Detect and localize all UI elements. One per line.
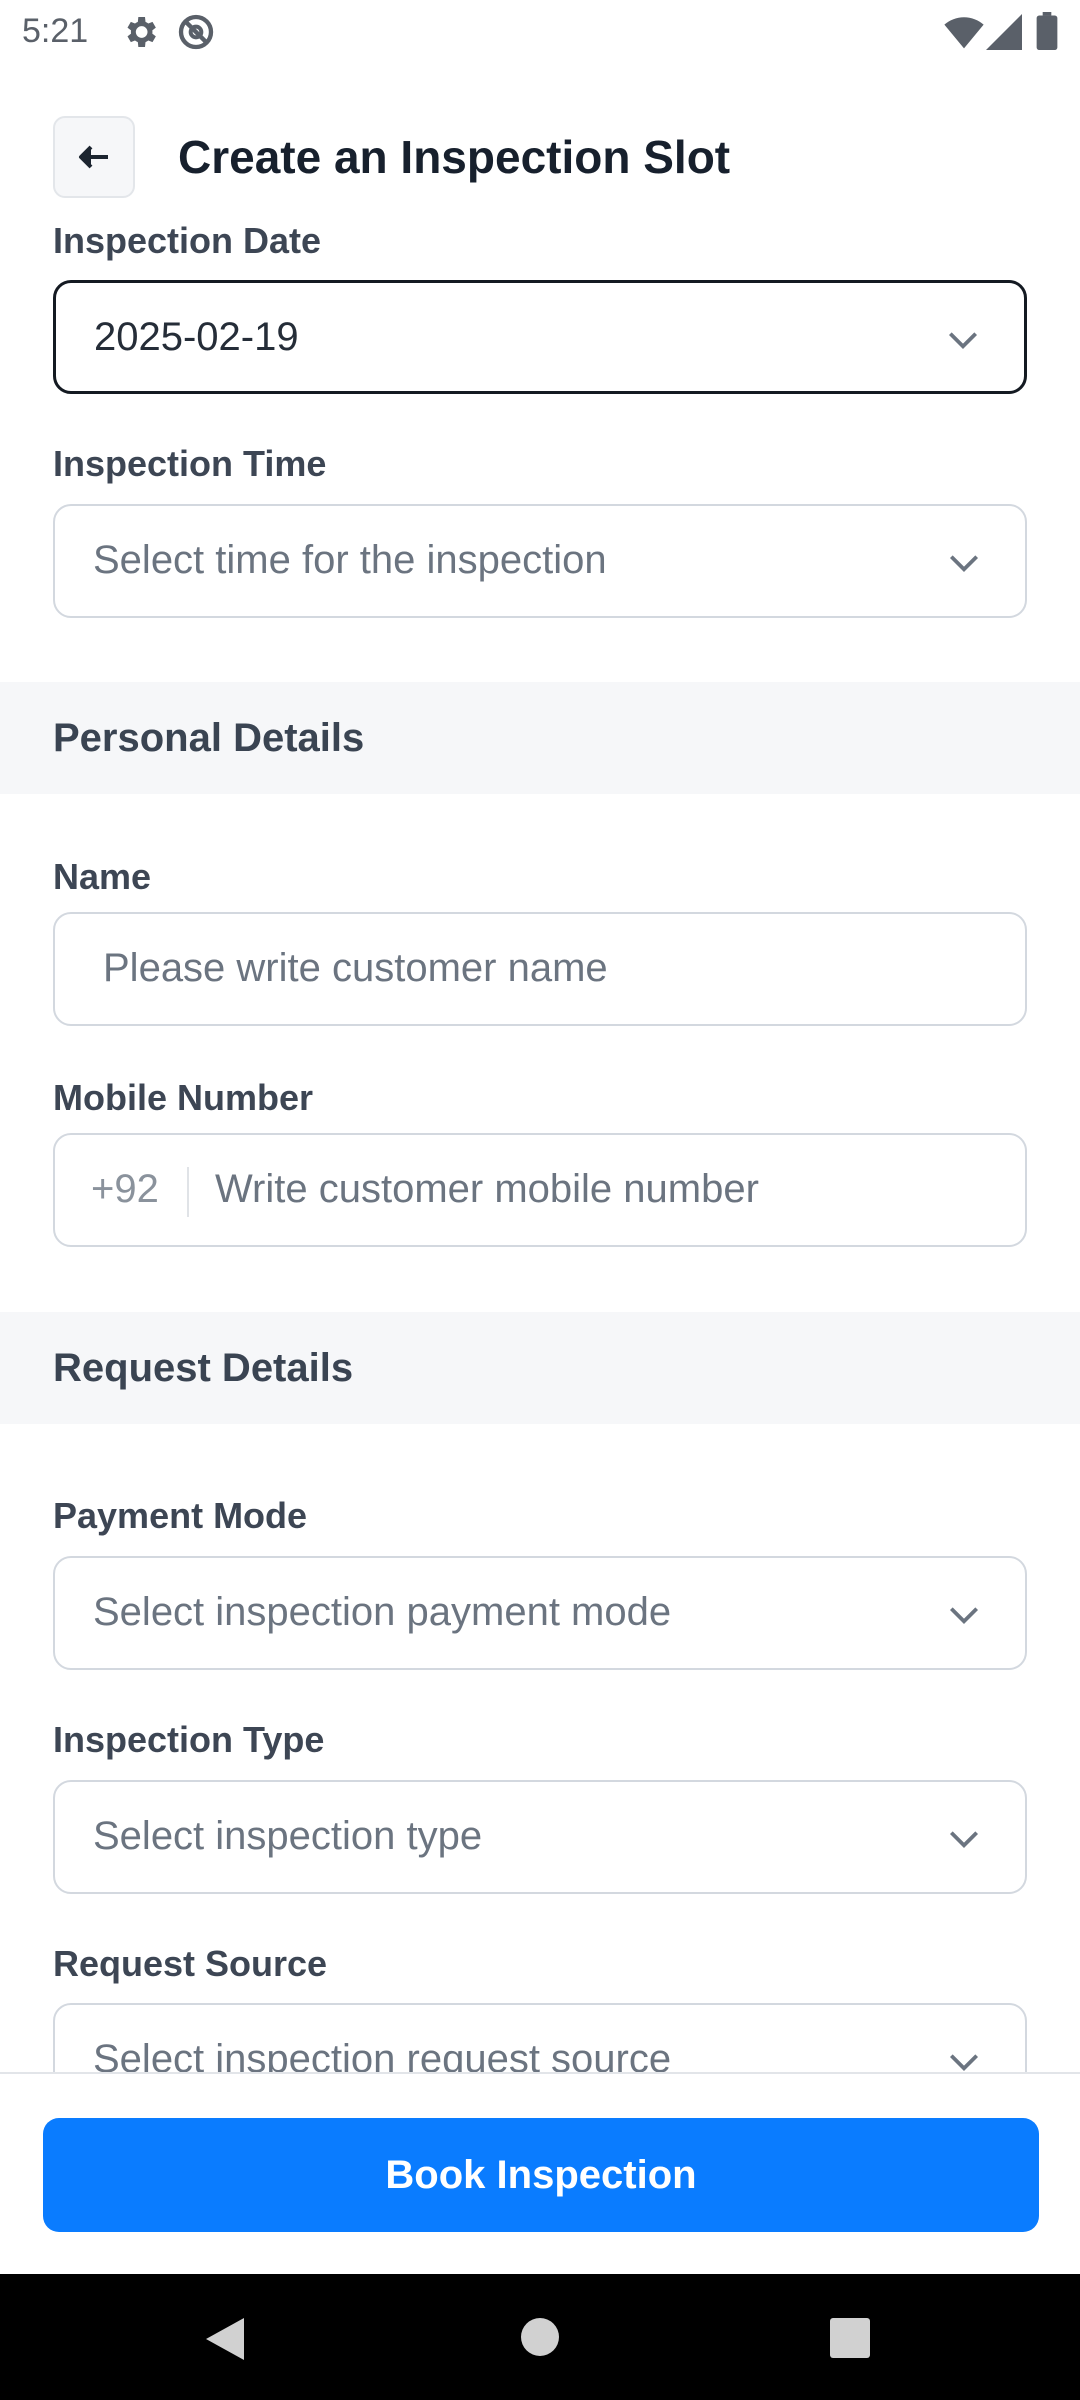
payment-mode-select[interactable]: Select inspection payment mode xyxy=(53,1556,1027,1670)
inspection-time-label: Inspection Time xyxy=(53,443,327,484)
inspection-date-select[interactable]: 2025-02-19 xyxy=(53,280,1027,394)
mobile-label: Mobile Number xyxy=(53,1077,314,1118)
gear-icon xyxy=(127,17,156,47)
bottom-action-bar: Book Inspection xyxy=(0,2072,1080,2276)
name-label: Name xyxy=(53,856,152,897)
personal-details-section: Personal Details xyxy=(0,682,1080,794)
status-bar: 5:21 xyxy=(0,0,1080,64)
book-inspection-button[interactable]: Book Inspection xyxy=(43,2118,1039,2232)
inspection-time-select[interactable]: Select time for the inspection xyxy=(53,504,1027,618)
country-code-prefix: +92 xyxy=(91,1167,159,1211)
page-title: Create an Inspection Slot xyxy=(178,131,731,183)
chevron-down-icon xyxy=(948,332,978,350)
section-title: Personal Details xyxy=(53,716,365,760)
name-input[interactable]: Please write customer name xyxy=(53,912,1027,1026)
chevron-down-icon xyxy=(949,1831,979,1849)
inspection-date-label: Inspection Date xyxy=(53,220,322,261)
recents-square-icon[interactable] xyxy=(830,2318,870,2358)
name-placeholder: Please write customer name xyxy=(103,946,608,990)
inspection-type-label: Inspection Type xyxy=(53,1719,325,1760)
chevron-down-icon xyxy=(949,555,979,573)
request-details-section: Request Details xyxy=(0,1312,1080,1424)
chevron-down-icon xyxy=(949,1607,979,1625)
request-source-label: Request Source xyxy=(53,1943,328,1984)
mobile-placeholder: Write customer mobile number xyxy=(215,1167,759,1211)
mobile-input[interactable]: +92 Write customer mobile number xyxy=(53,1133,1027,1247)
wifi-icon xyxy=(944,17,984,49)
back-button[interactable] xyxy=(53,116,135,198)
home-circle-icon[interactable] xyxy=(520,2317,560,2357)
payment-mode-placeholder: Select inspection payment mode xyxy=(93,1590,672,1634)
inspection-type-placeholder: Select inspection type xyxy=(93,1814,483,1858)
section-title: Request Details xyxy=(53,1346,354,1390)
inspection-date-value: 2025-02-19 xyxy=(94,315,299,359)
system-nav-bar xyxy=(0,2274,1080,2400)
prefix-divider xyxy=(187,1167,189,1217)
arrow-left-icon xyxy=(79,145,108,169)
back-triangle-icon[interactable] xyxy=(204,2316,246,2362)
status-time: 5:21 xyxy=(22,12,89,50)
inspection-type-select[interactable]: Select inspection type xyxy=(53,1780,1027,1894)
battery-icon xyxy=(1036,12,1058,50)
page-header: Create an Inspection Slot xyxy=(0,100,1080,220)
inspection-time-placeholder: Select time for the inspection xyxy=(93,538,607,582)
no-sync-icon xyxy=(178,14,214,50)
payment-mode-label: Payment Mode xyxy=(53,1495,308,1536)
signal-icon xyxy=(986,14,1022,50)
